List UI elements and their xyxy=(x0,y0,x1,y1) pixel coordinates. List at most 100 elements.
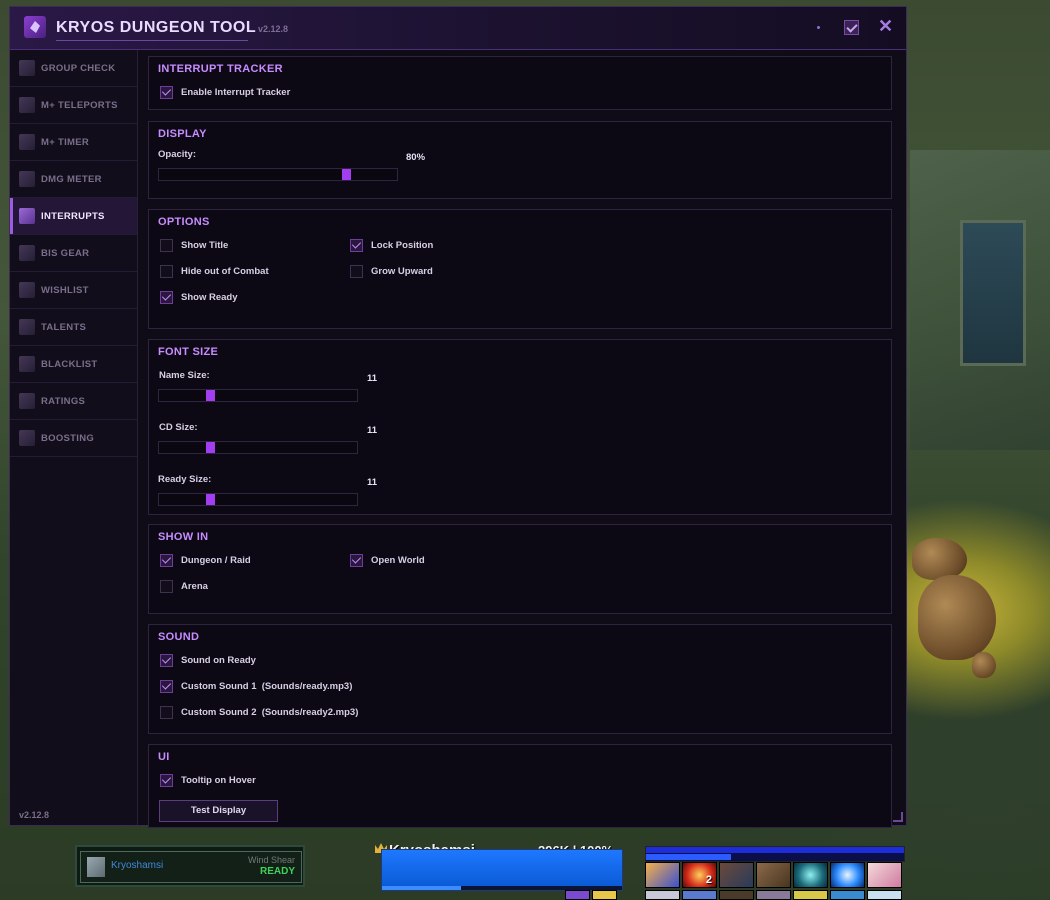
stone-buff-icon[interactable] xyxy=(756,862,791,888)
opacity-slider[interactable] xyxy=(158,168,398,181)
water-buff-icon[interactable] xyxy=(793,862,828,888)
sidebar-item-label: TALENTS xyxy=(41,321,87,333)
sidebar-item-boosting[interactable]: BOOSTING xyxy=(10,420,137,457)
pin-checkbox[interactable] xyxy=(844,20,859,35)
show-ready-checkbox[interactable]: Show Ready xyxy=(160,291,238,304)
settings-content: INTERRUPT TRACKER Enable Interrupt Track… xyxy=(138,50,906,828)
checkbox-box[interactable] xyxy=(350,239,363,252)
arena-checkbox[interactable]: Arena xyxy=(160,580,208,593)
checkbox-box[interactable] xyxy=(350,265,363,278)
section-display: DISPLAY Opacity: 80% xyxy=(148,121,892,199)
sidebar-item-dmg-meter[interactable]: DMG METER xyxy=(10,161,137,198)
buff-icon[interactable] xyxy=(867,890,902,900)
sidebar-item-label: BLACKLIST xyxy=(41,358,98,370)
group-check-icon xyxy=(19,60,35,76)
sound-on-ready-checkbox[interactable]: Sound on Ready xyxy=(160,654,256,667)
slider-thumb[interactable] xyxy=(206,494,215,505)
checkbox-box[interactable] xyxy=(160,654,173,667)
checkbox-box[interactable] xyxy=(160,554,173,567)
tooltip-on-hover-checkbox[interactable]: Tooltip on Hover xyxy=(160,774,256,787)
title-bar[interactable]: KRYOS DUNGEON TOOL v2.12.8 ✕ xyxy=(10,7,906,50)
close-icon[interactable]: ✕ xyxy=(878,16,893,37)
checkbox-box[interactable] xyxy=(160,680,173,693)
show-title-checkbox[interactable]: Show Title xyxy=(160,239,228,252)
sidebar-item-talents[interactable]: TALENTS xyxy=(10,309,137,346)
checkbox-box[interactable] xyxy=(160,265,173,278)
sidebar-item-group-check[interactable]: GROUP CHECK xyxy=(10,50,137,87)
checkbox-box[interactable] xyxy=(160,291,173,304)
checkbox-label: Show Title xyxy=(181,240,229,251)
open-world-checkbox[interactable]: Open World xyxy=(350,554,425,567)
grow-upward-checkbox[interactable]: Grow Upward xyxy=(350,265,433,278)
section-interrupt-tracker: INTERRUPT TRACKER Enable Interrupt Track… xyxy=(148,56,892,110)
title-underline xyxy=(56,40,248,41)
health-bar-fill xyxy=(382,850,622,886)
fire-buff-icon[interactable] xyxy=(645,862,680,888)
cd-size-value: 11 xyxy=(367,425,378,436)
minimize-dot-icon[interactable] xyxy=(817,26,820,29)
slider-thumb[interactable] xyxy=(342,169,351,180)
spell-name: Wind Shear xyxy=(247,855,295,865)
background-rock xyxy=(912,538,967,580)
checkbox-label: Arena xyxy=(181,581,208,592)
sidebar-item-label: M+ TIMER xyxy=(41,136,90,148)
sidebar-item-bis-gear[interactable]: BIS GEAR xyxy=(10,235,137,272)
earth-buff-icon[interactable] xyxy=(719,862,754,888)
sidebar-item-interrupts[interactable]: INTERRUPTS xyxy=(10,198,137,235)
buff-icon[interactable] xyxy=(793,890,828,900)
checkbox-box[interactable] xyxy=(160,580,173,593)
slider-thumb[interactable] xyxy=(206,442,215,453)
section-font-size: FONT SIZE Name Size: 11 CD Size: 11 Read… xyxy=(148,339,892,515)
buff-icon[interactable] xyxy=(830,890,865,900)
flame-buff-icon[interactable]: 2 xyxy=(682,862,717,888)
hide-out-of-combat-checkbox[interactable]: Hide out of Combat xyxy=(160,265,269,278)
sidebar-item-label: BIS GEAR xyxy=(41,247,90,259)
checkbox-box[interactable] xyxy=(160,706,173,719)
sidebar-item-label: DMG METER xyxy=(41,173,102,185)
interrupt-entry: Kryoshamsi Wind Shear READY xyxy=(80,851,302,883)
test-display-button[interactable]: Test Display xyxy=(159,800,278,822)
buff-icon[interactable] xyxy=(756,890,791,900)
interrupt-icon xyxy=(19,208,35,224)
app-version: v2.12.8 xyxy=(258,24,289,34)
ready-size-slider[interactable] xyxy=(158,493,358,506)
lock-position-checkbox[interactable]: Lock Position xyxy=(350,239,433,252)
sidebar-item-blacklist[interactable]: BLACKLIST xyxy=(10,346,137,383)
enable-interrupt-tracker-checkbox[interactable]: Enable Interrupt Tracker xyxy=(160,86,290,99)
checkbox-label: Sound on Ready xyxy=(181,655,256,666)
sidebar-item-ratings[interactable]: RATINGS xyxy=(10,383,137,420)
sidebar-item-wishlist[interactable]: WISHLIST xyxy=(10,272,137,309)
dungeon-raid-checkbox[interactable]: Dungeon / Raid xyxy=(160,554,251,567)
checkbox-box[interactable] xyxy=(160,774,173,787)
spirit-buff-icon[interactable] xyxy=(867,862,902,888)
buff-icon[interactable] xyxy=(682,890,717,900)
section-title: SOUND xyxy=(158,631,200,643)
boosting-icon xyxy=(19,430,35,446)
lightning-buff-icon[interactable] xyxy=(830,862,865,888)
checkbox-label: Enable Interrupt Tracker xyxy=(181,87,291,98)
buff-stack-count: 2 xyxy=(705,874,712,886)
buff-icon[interactable] xyxy=(645,890,680,900)
timer-icon xyxy=(19,134,35,150)
custom-sound-1-checkbox[interactable]: Custom Sound 1 (Sounds/ready.mp3) xyxy=(160,680,352,693)
resize-grip-icon[interactable] xyxy=(893,812,903,822)
name-size-slider[interactable] xyxy=(158,389,358,402)
cd-size-slider[interactable] xyxy=(158,441,358,454)
target-health-fill xyxy=(646,847,904,853)
checkbox-box[interactable] xyxy=(160,86,173,99)
wishlist-icon xyxy=(19,282,35,298)
custom-sound-2-checkbox[interactable]: Custom Sound 2 (Sounds/ready2.mp3) xyxy=(160,706,358,719)
buff-icon[interactable] xyxy=(565,890,590,900)
sidebar-item-m-teleports[interactable]: M+ TELEPORTS xyxy=(10,87,137,124)
buff-icon[interactable] xyxy=(592,890,617,900)
section-ui: UI Tooltip on Hover Test Display xyxy=(148,744,892,828)
slider-thumb[interactable] xyxy=(206,390,215,401)
background-window xyxy=(960,220,1026,366)
buff-icon[interactable] xyxy=(719,890,754,900)
checkbox-box[interactable] xyxy=(350,554,363,567)
player-frame[interactable] xyxy=(381,849,623,891)
sidebar-item-m-timer[interactable]: M+ TIMER xyxy=(10,124,137,161)
checkbox-box[interactable] xyxy=(160,239,173,252)
ready-size-label: Ready Size: xyxy=(158,474,212,485)
background-rock xyxy=(972,652,996,678)
